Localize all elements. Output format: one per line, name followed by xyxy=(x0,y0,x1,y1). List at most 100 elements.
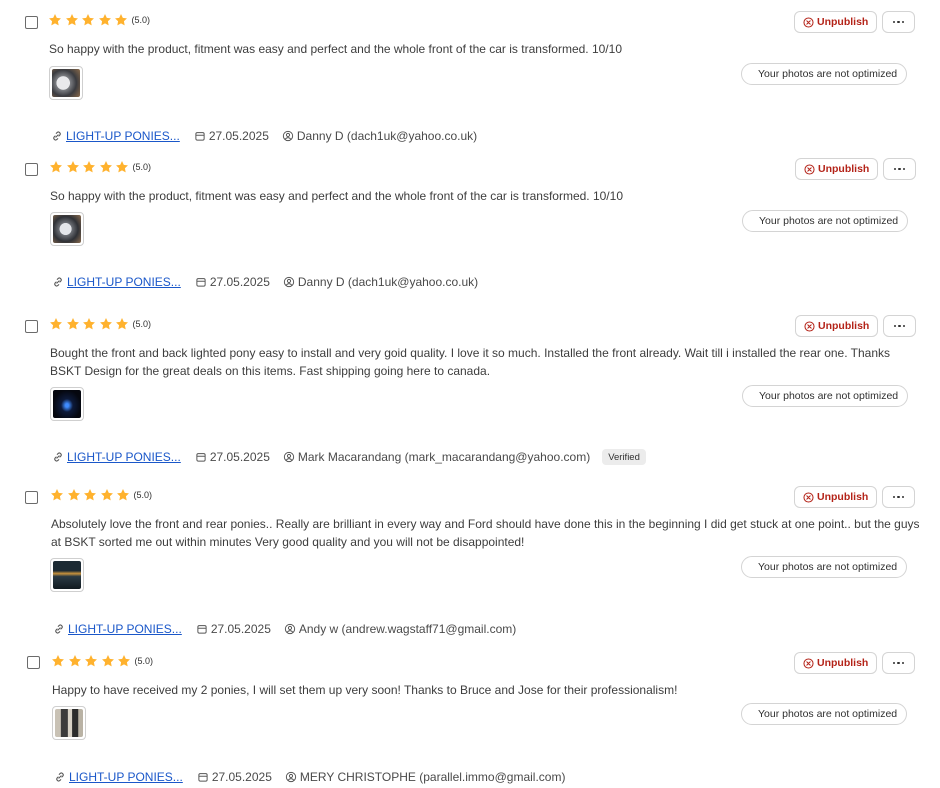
review-text: Happy to have received my 2 ponies, I wi… xyxy=(52,683,678,697)
circle-x-icon xyxy=(803,16,814,28)
star-icon xyxy=(66,160,80,174)
star-icon xyxy=(48,13,62,27)
star-icon xyxy=(50,488,64,502)
review-text: Bought the front and back lighted pony e… xyxy=(50,346,891,378)
review-text: Absolutely love the front and rear ponie… xyxy=(51,517,920,549)
photos-not-optimized-badge: Your photos are not optimized xyxy=(741,556,908,578)
star-icon xyxy=(49,160,63,174)
ellipsis-icon xyxy=(892,20,905,24)
star-icon xyxy=(84,654,98,668)
rating-score: (5.0) xyxy=(133,490,153,500)
circle-x-icon xyxy=(803,491,814,503)
review-select-checkbox[interactable] xyxy=(25,16,38,29)
circle-x-icon xyxy=(804,320,815,332)
photos-not-optimized-badge: Your photos are not optimized xyxy=(741,703,908,725)
user-icon xyxy=(283,276,295,288)
star-icon xyxy=(67,488,81,502)
product-link[interactable]: LIGHT-UP PONIES... xyxy=(67,450,181,464)
star-rating: (5.0) xyxy=(50,488,152,502)
review-select-checkbox[interactable] xyxy=(27,656,40,669)
star-icon xyxy=(65,13,79,27)
unpublish-label: Unpublish xyxy=(818,320,870,332)
product-link[interactable]: LIGHT-UP PONIES... xyxy=(68,622,182,636)
photos-not-optimized-badge: Your photos are not optimized xyxy=(742,210,909,232)
review-photo-thumbnail[interactable] xyxy=(50,387,84,421)
more-options-button[interactable] xyxy=(882,652,915,674)
review-select-checkbox[interactable] xyxy=(25,320,38,333)
review-date: 27.05.2025 xyxy=(210,622,271,636)
star-icon xyxy=(66,317,80,331)
ellipsis-icon xyxy=(893,324,906,328)
unpublish-label: Unpublish xyxy=(818,163,870,175)
ellipsis-icon xyxy=(892,495,905,499)
review-select-checkbox[interactable] xyxy=(25,491,38,504)
calendar-icon xyxy=(194,130,206,142)
unpublish-button[interactable]: Unpublish xyxy=(794,11,878,33)
user-icon xyxy=(285,771,297,783)
unpublish-button[interactable]: Unpublish xyxy=(794,652,878,674)
user-icon xyxy=(284,623,296,635)
review-author: Mark Macarandang (mark_macarandang@yahoo… xyxy=(297,450,591,464)
star-icon xyxy=(98,13,112,27)
star-icon xyxy=(116,488,130,502)
link-icon xyxy=(52,451,64,463)
review-author: Danny D (dach1uk@yahoo.co.uk) xyxy=(297,275,479,289)
review-author: MERY CHRISTOPHE (parallel.immo@gmail.com… xyxy=(299,770,566,784)
review-photo-thumbnail[interactable] xyxy=(50,558,84,592)
review-date: 27.05.2025 xyxy=(211,770,272,784)
review-meta: LIGHT-UP PONIES... 27.05.2025 Mark Macar… xyxy=(52,449,646,465)
rating-score: (5.0) xyxy=(134,656,154,666)
star-icon xyxy=(101,654,115,668)
ellipsis-icon xyxy=(893,167,906,171)
star-icon xyxy=(49,317,63,331)
review-meta: LIGHT-UP PONIES... 27.05.2025 Andy w (an… xyxy=(53,621,516,637)
unpublish-label: Unpublish xyxy=(817,491,869,503)
review-photo-thumbnail[interactable] xyxy=(49,66,83,100)
review-date: 27.05.2025 xyxy=(209,450,270,464)
star-rating: (5.0) xyxy=(49,160,151,174)
review-meta: LIGHT-UP PONIES... 27.05.2025 Danny D (d… xyxy=(51,128,477,144)
star-icon xyxy=(117,654,131,668)
product-link[interactable]: LIGHT-UP PONIES... xyxy=(69,770,183,784)
calendar-icon xyxy=(195,451,207,463)
review-select-checkbox[interactable] xyxy=(25,163,38,176)
calendar-icon xyxy=(195,276,207,288)
star-rating: (5.0) xyxy=(48,13,150,27)
verified-badge: Verified xyxy=(602,449,646,465)
circle-x-icon xyxy=(804,163,815,175)
unpublish-button[interactable]: Unpublish xyxy=(795,158,879,180)
star-icon xyxy=(115,160,129,174)
star-rating: (5.0) xyxy=(49,317,151,331)
more-options-button[interactable] xyxy=(882,11,915,33)
review-date: 27.05.2025 xyxy=(208,129,269,143)
more-options-button[interactable] xyxy=(883,158,916,180)
rating-score: (5.0) xyxy=(132,319,152,329)
user-icon xyxy=(283,451,295,463)
more-options-button[interactable] xyxy=(883,315,916,337)
link-icon xyxy=(54,771,66,783)
photos-not-optimized-badge: Your photos are not optimized xyxy=(741,63,908,85)
star-icon xyxy=(83,488,97,502)
star-icon xyxy=(68,654,82,668)
star-icon xyxy=(82,160,96,174)
calendar-icon xyxy=(196,623,208,635)
unpublish-label: Unpublish xyxy=(817,16,869,28)
review-meta: LIGHT-UP PONIES... 27.05.2025 MERY CHRIS… xyxy=(54,769,565,785)
review-photo-thumbnail[interactable] xyxy=(52,706,86,740)
review-meta: LIGHT-UP PONIES... 27.05.2025 Danny D (d… xyxy=(52,274,478,290)
product-link[interactable]: LIGHT-UP PONIES... xyxy=(66,129,180,143)
unpublish-button[interactable]: Unpublish xyxy=(794,486,878,508)
ellipsis-icon xyxy=(892,661,905,665)
rating-score: (5.0) xyxy=(132,162,152,172)
star-icon xyxy=(51,654,65,668)
review-photo-thumbnail[interactable] xyxy=(50,212,84,246)
calendar-icon xyxy=(197,771,209,783)
star-icon xyxy=(100,488,114,502)
more-options-button[interactable] xyxy=(882,486,915,508)
link-icon xyxy=(52,276,64,288)
review-date: 27.05.2025 xyxy=(209,275,270,289)
star-icon xyxy=(114,13,128,27)
unpublish-button[interactable]: Unpublish xyxy=(795,315,879,337)
review-text: So happy with the product, fitment was e… xyxy=(49,42,622,56)
product-link[interactable]: LIGHT-UP PONIES... xyxy=(67,275,181,289)
